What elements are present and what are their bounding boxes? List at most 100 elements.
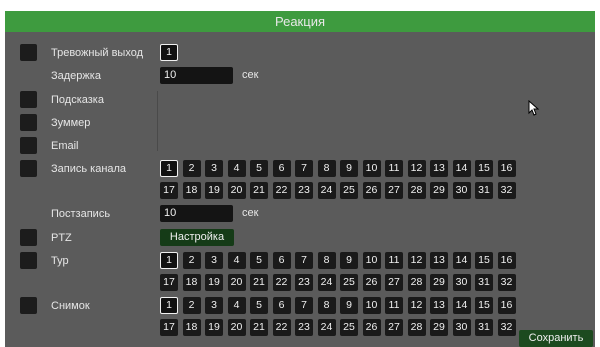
- rec-channel-4[interactable]: 4: [227, 160, 246, 177]
- tour-channel-23[interactable]: 23: [295, 274, 313, 291]
- tour-checkbox[interactable]: [20, 252, 37, 269]
- delay-input[interactable]: 10: [160, 67, 233, 84]
- rec-channel-28[interactable]: 28: [407, 182, 426, 199]
- rec-channel-32[interactable]: 32: [497, 182, 516, 199]
- snap-channel-6[interactable]: 6: [272, 297, 291, 314]
- tour-channel-28[interactable]: 28: [407, 274, 426, 291]
- tour-channel-31[interactable]: 31: [475, 274, 493, 291]
- rec-channel-31[interactable]: 31: [475, 182, 493, 199]
- snap-channel-4[interactable]: 4: [227, 297, 246, 314]
- tour-channel-11[interactable]: 11: [385, 252, 403, 269]
- snap-channel-28[interactable]: 28: [407, 319, 426, 336]
- snap-channel-30[interactable]: 30: [452, 319, 471, 336]
- rec-channel-22[interactable]: 22: [272, 182, 291, 199]
- rec-channel-3[interactable]: 3: [205, 160, 223, 177]
- rec-channel-20[interactable]: 20: [227, 182, 246, 199]
- snap-channel-25[interactable]: 25: [340, 319, 358, 336]
- rec-channel-11[interactable]: 11: [385, 160, 403, 177]
- tour-channel-7[interactable]: 7: [295, 252, 313, 269]
- tour-channel-20[interactable]: 20: [227, 274, 246, 291]
- tour-channel-32[interactable]: 32: [497, 274, 516, 291]
- snap-channel-24[interactable]: 24: [317, 319, 336, 336]
- rec-channel-14[interactable]: 14: [452, 160, 471, 177]
- save-button[interactable]: Сохранить: [519, 330, 593, 347]
- snap-channel-15[interactable]: 15: [475, 297, 493, 314]
- tour-channel-5[interactable]: 5: [250, 252, 268, 269]
- snap-channel-27[interactable]: 27: [385, 319, 403, 336]
- tour-channel-19[interactable]: 19: [205, 274, 223, 291]
- snap-channel-3[interactable]: 3: [205, 297, 223, 314]
- snap-channel-26[interactable]: 26: [362, 319, 381, 336]
- channel-rec-checkbox[interactable]: [20, 160, 37, 177]
- ptz-checkbox[interactable]: [20, 229, 37, 246]
- tour-channel-30[interactable]: 30: [452, 274, 471, 291]
- snap-channel-5[interactable]: 5: [250, 297, 268, 314]
- tour-channel-16[interactable]: 16: [497, 252, 516, 269]
- rec-channel-24[interactable]: 24: [317, 182, 336, 199]
- tour-channel-25[interactable]: 25: [340, 274, 358, 291]
- alarm-out-1[interactable]: 1: [160, 44, 178, 61]
- snapshot-checkbox[interactable]: [20, 297, 37, 314]
- snap-channel-18[interactable]: 18: [182, 319, 201, 336]
- tour-channel-18[interactable]: 18: [182, 274, 201, 291]
- rec-channel-13[interactable]: 13: [430, 160, 448, 177]
- snap-channel-12[interactable]: 12: [407, 297, 426, 314]
- rec-channel-8[interactable]: 8: [317, 160, 336, 177]
- snap-channel-32[interactable]: 32: [497, 319, 516, 336]
- rec-channel-5[interactable]: 5: [250, 160, 268, 177]
- snap-channel-17[interactable]: 17: [160, 319, 178, 336]
- email-checkbox[interactable]: [20, 137, 37, 154]
- snap-channel-1[interactable]: 1: [160, 297, 178, 314]
- snap-channel-8[interactable]: 8: [317, 297, 336, 314]
- rec-channel-21[interactable]: 21: [250, 182, 268, 199]
- rec-channel-16[interactable]: 16: [497, 160, 516, 177]
- tour-channel-17[interactable]: 17: [160, 274, 178, 291]
- rec-channel-18[interactable]: 18: [182, 182, 201, 199]
- rec-channel-9[interactable]: 9: [340, 160, 358, 177]
- snap-channel-22[interactable]: 22: [272, 319, 291, 336]
- tour-channel-21[interactable]: 21: [250, 274, 268, 291]
- snap-channel-14[interactable]: 14: [452, 297, 471, 314]
- tour-channel-8[interactable]: 8: [317, 252, 336, 269]
- tour-channel-1[interactable]: 1: [160, 252, 178, 269]
- hint-checkbox[interactable]: [20, 91, 37, 108]
- snap-channel-9[interactable]: 9: [340, 297, 358, 314]
- tour-channel-15[interactable]: 15: [475, 252, 493, 269]
- snap-channel-7[interactable]: 7: [295, 297, 313, 314]
- snap-channel-13[interactable]: 13: [430, 297, 448, 314]
- rec-channel-30[interactable]: 30: [452, 182, 471, 199]
- tour-channel-29[interactable]: 29: [430, 274, 448, 291]
- tour-channel-27[interactable]: 27: [385, 274, 403, 291]
- rec-channel-1[interactable]: 1: [160, 160, 178, 177]
- tour-channel-12[interactable]: 12: [407, 252, 426, 269]
- snap-channel-2[interactable]: 2: [182, 297, 201, 314]
- rec-channel-19[interactable]: 19: [205, 182, 223, 199]
- rec-channel-6[interactable]: 6: [272, 160, 291, 177]
- buzzer-checkbox[interactable]: [20, 114, 37, 131]
- tour-channel-22[interactable]: 22: [272, 274, 291, 291]
- post-rec-input[interactable]: 10: [160, 205, 233, 222]
- rec-channel-12[interactable]: 12: [407, 160, 426, 177]
- snap-channel-16[interactable]: 16: [497, 297, 516, 314]
- tour-channel-13[interactable]: 13: [430, 252, 448, 269]
- snap-channel-10[interactable]: 10: [362, 297, 381, 314]
- tour-channel-2[interactable]: 2: [182, 252, 201, 269]
- rec-channel-23[interactable]: 23: [295, 182, 313, 199]
- tour-channel-9[interactable]: 9: [340, 252, 358, 269]
- rec-channel-26[interactable]: 26: [362, 182, 381, 199]
- rec-channel-25[interactable]: 25: [340, 182, 358, 199]
- snap-channel-21[interactable]: 21: [250, 319, 268, 336]
- rec-channel-29[interactable]: 29: [430, 182, 448, 199]
- snap-channel-20[interactable]: 20: [227, 319, 246, 336]
- alarm-out-checkbox[interactable]: [20, 44, 37, 61]
- snap-channel-29[interactable]: 29: [430, 319, 448, 336]
- rec-channel-2[interactable]: 2: [182, 160, 201, 177]
- tour-channel-26[interactable]: 26: [362, 274, 381, 291]
- tour-channel-10[interactable]: 10: [362, 252, 381, 269]
- rec-channel-15[interactable]: 15: [475, 160, 493, 177]
- rec-channel-27[interactable]: 27: [385, 182, 403, 199]
- rec-channel-17[interactable]: 17: [160, 182, 178, 199]
- tour-channel-24[interactable]: 24: [317, 274, 336, 291]
- tour-channel-3[interactable]: 3: [205, 252, 223, 269]
- snap-channel-31[interactable]: 31: [475, 319, 493, 336]
